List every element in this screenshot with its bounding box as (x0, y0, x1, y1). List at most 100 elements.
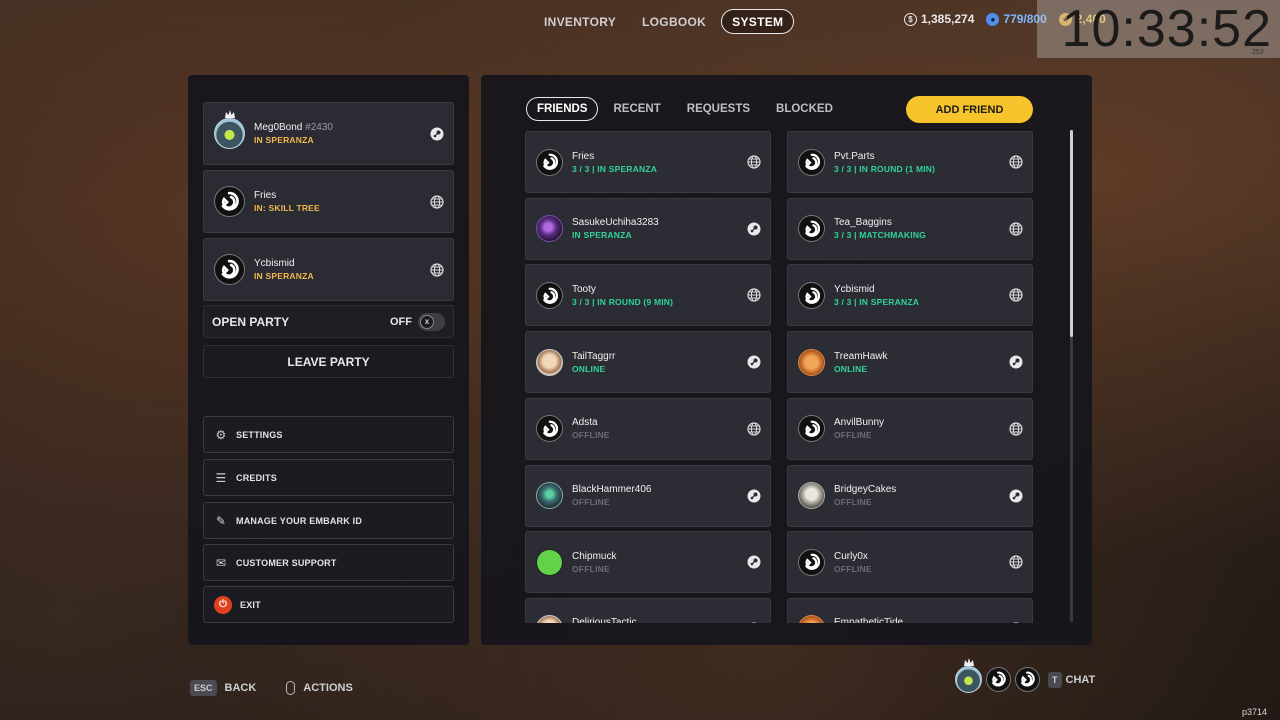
scrollbar-thumb[interactable] (1070, 130, 1073, 337)
manage-embark-id-button[interactable]: ✎ MANAGE YOUR EMBARK ID (203, 502, 454, 539)
globe-icon (1009, 288, 1023, 302)
friend-status: 3 / 3 | IN SPERANZA (572, 163, 658, 174)
party-member[interactable]: Fries IN: SKILL TREE (203, 170, 454, 233)
globe-icon (1013, 622, 1019, 623)
globe-icon (1009, 155, 1023, 169)
back-label[interactable]: BACK (225, 682, 257, 694)
friends-scrollbar[interactable] (1070, 130, 1073, 622)
chat-label[interactable]: CHAT (1066, 674, 1096, 686)
tab-recent[interactable]: RECENT (602, 97, 671, 121)
embark-logo-icon (804, 287, 820, 304)
globe-icon (430, 262, 444, 277)
steam-icon (1009, 355, 1023, 369)
friend-card[interactable]: Tea_Baggins 3 / 3 | MATCHMAKING (787, 197, 1033, 260)
embark-avatar (214, 254, 245, 285)
member-status: IN SPERANZA (254, 135, 314, 145)
friend-card[interactable]: TailTaggrr ONLINE (525, 331, 771, 394)
member-tag: #2430 (305, 122, 333, 133)
party-avatar[interactable] (1015, 667, 1040, 692)
open-party-toggle[interactable]: x (418, 312, 445, 331)
friend-name: Tooty (572, 283, 596, 295)
friend-card[interactable]: Ycbismid 3 / 3 | IN SPERANZA (787, 264, 1033, 327)
friend-card[interactable]: BridgeyCakes OFFLINE (787, 464, 1033, 527)
bone-avatar (798, 482, 825, 509)
fox-avatar (798, 348, 825, 376)
steam-icon (1009, 489, 1023, 502)
friend-name: Fries (572, 150, 595, 162)
globe-icon (747, 155, 761, 169)
friend-name: Curly0x (834, 550, 868, 562)
friend-card[interactable]: BlackHammer406 OFFLINE (525, 464, 771, 527)
tab-blocked[interactable]: BLOCKED (765, 97, 844, 121)
friend-card[interactable]: Fries 3 / 3 | IN SPERANZA (525, 131, 771, 193)
embark-logo-icon (542, 287, 558, 304)
self-avatar[interactable] (955, 658, 982, 693)
leave-party-button[interactable]: LEAVE PARTY (203, 345, 454, 378)
member-status: IN: SKILL TREE (254, 203, 320, 213)
party-member[interactable]: Meg0Bond #2430 IN SPERANZA (203, 102, 454, 165)
bottom-hint-bar: ESC BACK ACTIONS (190, 680, 353, 696)
friend-card[interactable]: SasukeUchiha3283 IN SPERANZA (525, 197, 771, 260)
friend-status: ONLINE (572, 363, 606, 374)
tab-system[interactable]: SYSTEM (721, 9, 795, 34)
esc-key: ESC (190, 680, 217, 696)
friend-status: OFFLINE (834, 497, 872, 507)
friend-status: OFFLINE (572, 563, 610, 574)
crown-icon (963, 658, 974, 666)
embark-avatar (798, 215, 825, 243)
embark-avatar (536, 415, 563, 443)
tab-logbook[interactable]: LOGBOOK (631, 9, 717, 34)
gear-icon: ⚙ (215, 427, 227, 442)
friend-name: EmpatheticTide (834, 617, 904, 623)
friend-card[interactable]: Adsta OFFLINE (525, 397, 771, 460)
friend-name: SasukeUchiha3283 (572, 217, 659, 229)
embark-avatar (536, 281, 563, 309)
party-quickbar: T CHAT (955, 658, 1096, 693)
embark-logo-icon (1021, 672, 1036, 687)
friends-panel: FRIENDS RECENT REQUESTS BLOCKED ADD FRIE… (481, 75, 1092, 645)
friend-card[interactable]: DeliriousTacticOFFLINE (525, 597, 771, 623)
actions-label: ACTIONS (303, 682, 353, 694)
friend-name: Chipmuck (572, 550, 617, 562)
embark-avatar (214, 186, 245, 217)
credits-button[interactable]: ☰ CREDITS (203, 459, 454, 496)
monkey-avatar (536, 615, 563, 623)
embark-logo-icon (542, 420, 558, 437)
globe-icon (747, 422, 761, 436)
knight-avatar (536, 482, 563, 509)
friend-card[interactable]: Pvt.Parts 3 / 3 | IN ROUND (1 MIN) (787, 131, 1033, 193)
friend-card[interactable]: TreamHawk ONLINE (787, 331, 1033, 394)
friend-name: BlackHammer406 (572, 484, 652, 495)
party-avatar[interactable] (986, 667, 1011, 692)
power-icon: ⏻ (214, 595, 232, 614)
add-friend-button[interactable]: ADD FRIEND (906, 96, 1033, 123)
friend-status: IN SPERANZA (572, 230, 632, 241)
friend-card[interactable]: Curly0x OFFLINE (787, 531, 1033, 594)
friend-name: AnvilBunny (834, 417, 885, 429)
tab-requests[interactable]: REQUESTS (676, 97, 761, 121)
friend-status: 3 / 3 | IN SPERANZA (834, 296, 920, 307)
settings-button[interactable]: ⚙ SETTINGS (203, 416, 454, 453)
tab-friends[interactable]: FRIENDS (526, 97, 599, 121)
fox-avatar (798, 615, 825, 623)
globe-icon (1009, 422, 1023, 436)
open-party-state: OFF (390, 315, 412, 328)
customer-support-button[interactable]: ✉ CUSTOMER SUPPORT (203, 544, 454, 581)
tab-inventory[interactable]: INVENTORY (533, 9, 627, 34)
mouse-icon (286, 681, 296, 695)
open-party-label: OPEN PARTY (212, 314, 290, 329)
settings-label: SETTINGS (236, 429, 283, 440)
friend-card[interactable]: Tooty 3 / 3 | IN ROUND (9 MIN) (525, 264, 771, 327)
friend-card[interactable]: EmpatheticTideOFFLINE (787, 597, 1033, 623)
friend-card[interactable]: AnvilBunny OFFLINE (787, 397, 1033, 460)
party-member[interactable]: Ycbismid IN SPERANZA (203, 238, 454, 301)
clock-overlay: 10:33:52 (1037, 0, 1280, 58)
steam-icon (430, 127, 444, 140)
member-status: IN SPERANZA (254, 271, 314, 281)
friend-card[interactable]: Chipmuck OFFLINE (525, 531, 771, 594)
embark-avatar (798, 148, 825, 176)
exit-button[interactable]: ⏻ EXIT (203, 586, 454, 623)
friend-status: OFFLINE (834, 563, 872, 574)
coin-icon: $ (904, 12, 917, 26)
credits-currency: $ 1,385,274 (904, 12, 974, 26)
